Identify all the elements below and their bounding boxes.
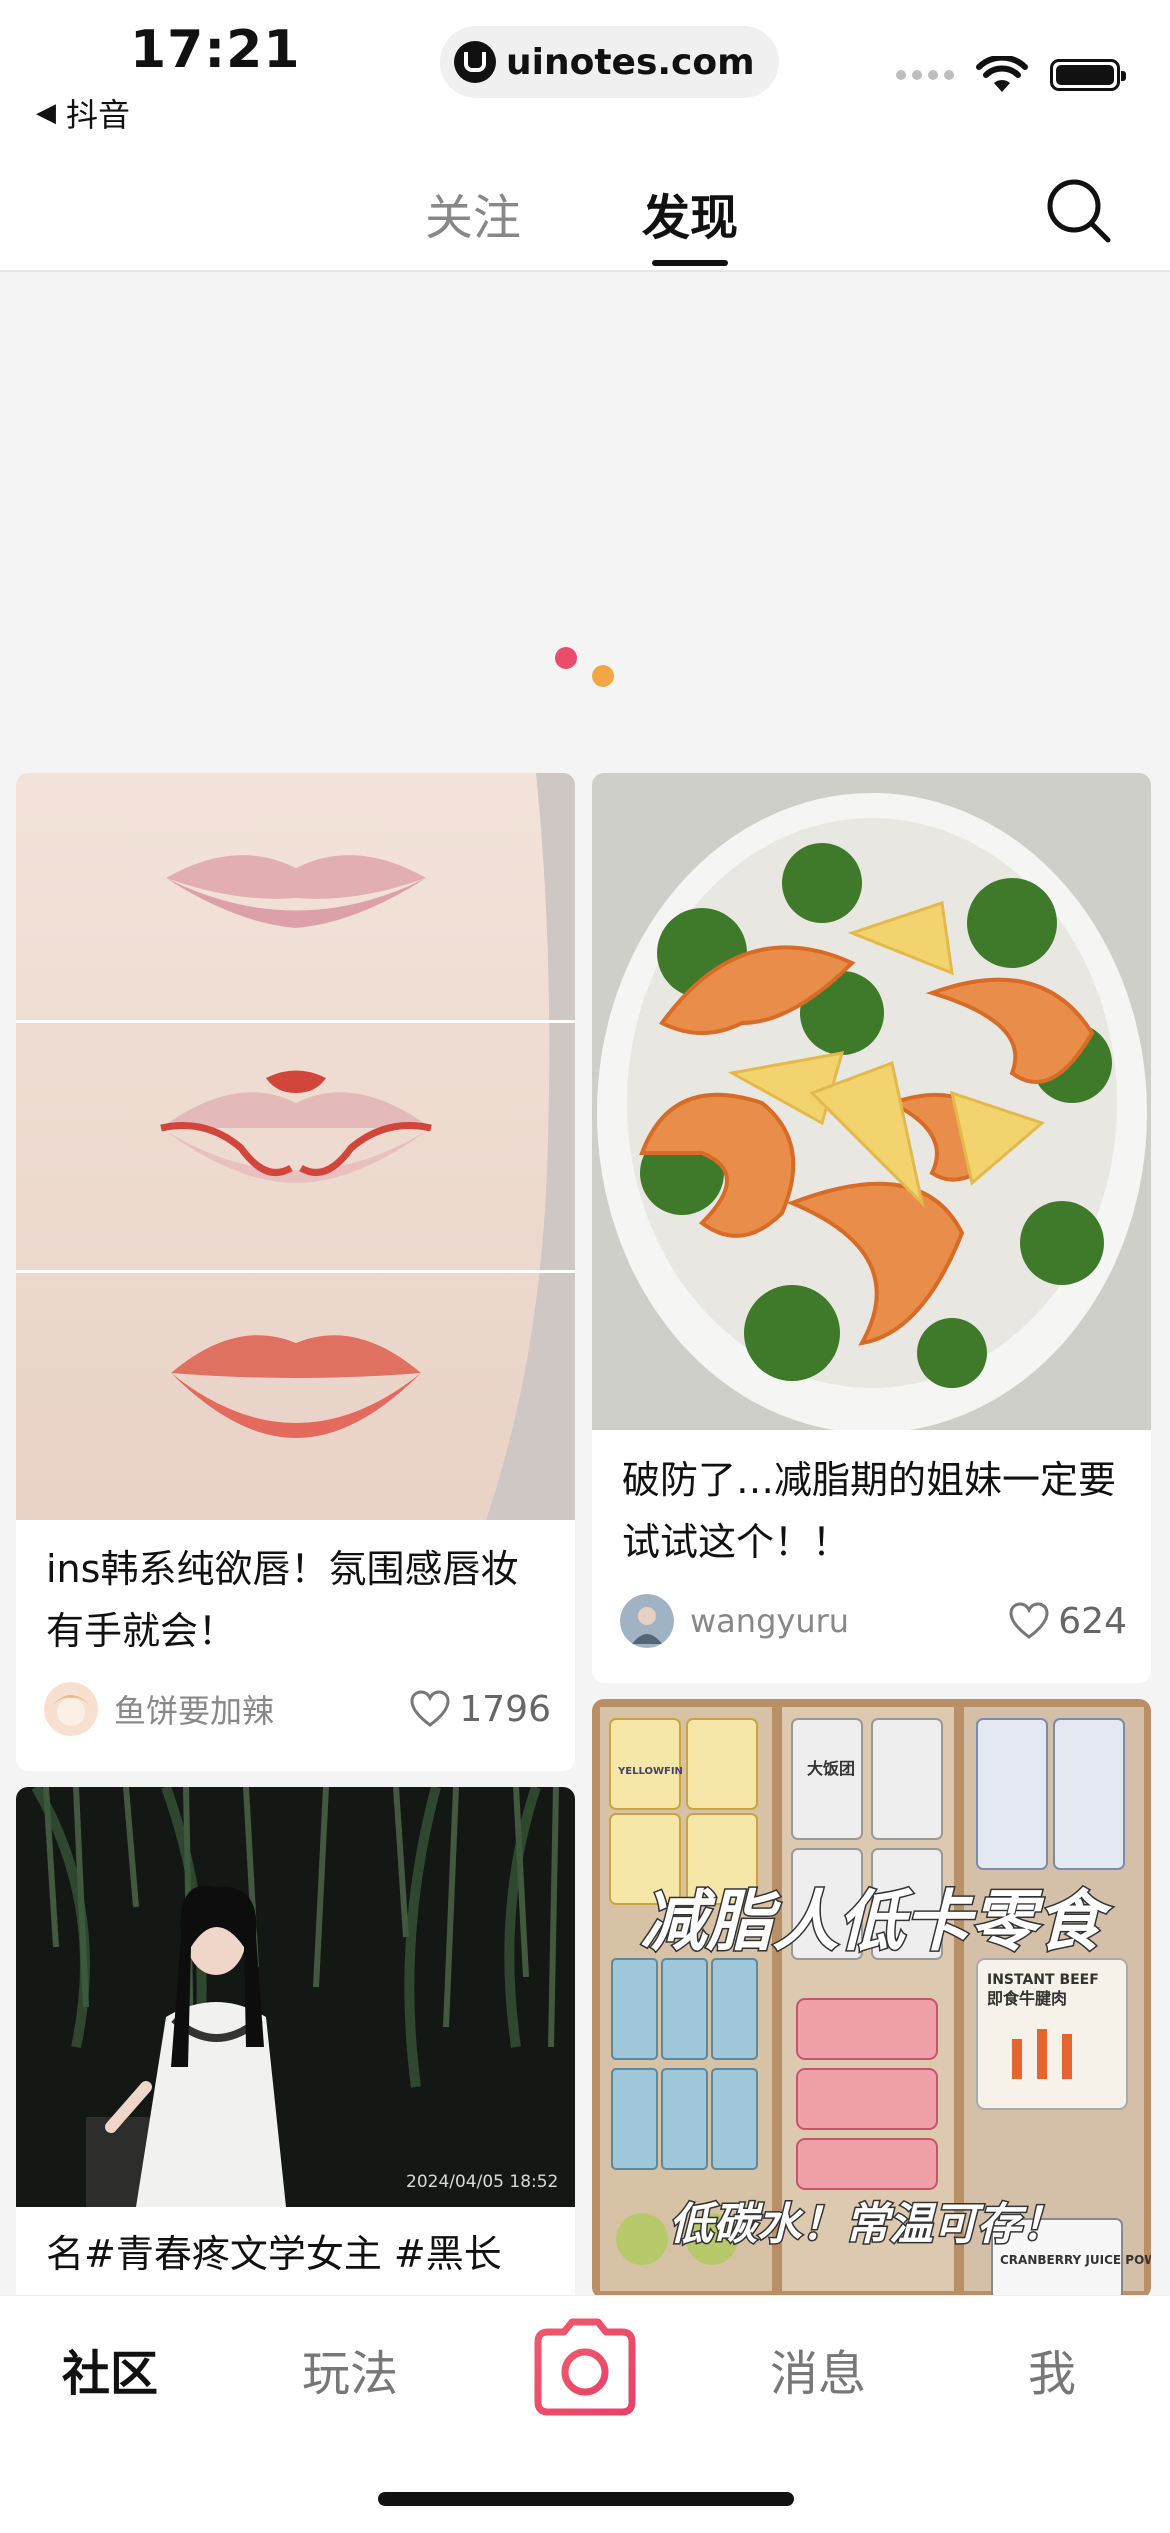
heart-icon — [410, 1690, 450, 1727]
feed-card-food[interactable]: 破防了…减脂期的姐妹一定要试试这个！！ wangyuru 624 — [592, 773, 1151, 1683]
card-title: 破防了…减脂期的姐妹一定要试试这个！！ — [622, 1458, 1117, 1564]
like-button[interactable]: 624 — [1008, 1601, 1127, 1642]
overlay-subtitle: 低碳水！常温可存！ — [669, 2199, 1065, 2250]
card-title: ins韩系纯欲唇！氛围感唇妆有手就会！ — [46, 1547, 519, 1653]
loading-dot — [592, 665, 614, 687]
like-button[interactable]: 1796 — [409, 1689, 551, 1730]
url-pill[interactable]: uinotes.com — [440, 26, 779, 98]
tab-play[interactable]: 玩法 — [302, 2334, 398, 2404]
tab-community[interactable]: 社区 — [62, 2334, 158, 2404]
home-indicator[interactable] — [378, 2492, 794, 2506]
tab-me[interactable]: 我 — [1028, 2334, 1076, 2404]
card-image-girl: 2024/04/05 18:52 — [16, 1787, 575, 2207]
loading-area — [0, 272, 1170, 762]
tab-discover[interactable]: 发现 — [642, 178, 738, 266]
heart-icon — [1009, 1602, 1049, 1639]
feed-card-snacks[interactable]: INSTANT BEEF 即食牛腱肉 CRANBERRY JUICE POWDE… — [592, 1699, 1151, 2299]
pkg-label: INSTANT BEEF — [987, 1972, 1099, 1988]
url-text: uinotes.com — [506, 41, 755, 83]
site-logo-icon — [454, 41, 496, 83]
author-avatar[interactable] — [44, 1682, 98, 1736]
card-meta: wangyuru 624 — [620, 1593, 1127, 1649]
card-title: 名#青春疼文学女主 #黑长 — [46, 2232, 502, 2276]
author-name: wangyuru — [690, 1602, 850, 1640]
search-icon[interactable] — [1044, 176, 1114, 246]
feed-card-girl[interactable]: 2024/04/05 18:52 名#青春疼文学女主 #黑长 — [16, 1787, 575, 2307]
overlay-title: 减脂人低卡零食 — [641, 1883, 1113, 1960]
tab-follow[interactable]: 关注 — [425, 178, 521, 248]
status-time: 17:21 — [130, 20, 301, 80]
feed-card-lips[interactable]: ins韩系纯欲唇！氛围感唇妆有手就会！ 鱼饼要加辣 1796 — [16, 773, 575, 1771]
card-image-food — [592, 773, 1151, 1430]
pkg-label: 即食牛腱肉 — [987, 1989, 1067, 2008]
status-indicators — [896, 56, 1126, 94]
pkg-label: 大饭团 — [807, 1759, 855, 1778]
card-meta: 鱼饼要加辣 1796 — [44, 1681, 551, 1737]
author-avatar[interactable] — [620, 1594, 674, 1648]
back-app-label: 抖音 — [66, 96, 131, 134]
back-to-app[interactable]: ◀ 抖音 — [36, 90, 130, 136]
status-bar: 17:21 ◀ 抖音 uinotes.com — [0, 0, 1170, 150]
wifi-icon — [976, 56, 1028, 92]
camera-icon[interactable] — [534, 2318, 636, 2416]
like-count: 624 — [1058, 1600, 1127, 1642]
card-image-snacks: INSTANT BEEF 即食牛腱肉 CRANBERRY JUICE POWDE… — [592, 1699, 1151, 2299]
tab-messages[interactable]: 消息 — [770, 2334, 866, 2404]
pkg-label: CRANBERRY JUICE POWDER — [1000, 2253, 1151, 2267]
photo-timestamp: 2024/04/05 18:52 — [406, 2172, 558, 2192]
loading-dot — [555, 647, 577, 669]
battery-icon — [1050, 59, 1126, 91]
back-triangle-icon: ◀ — [36, 98, 56, 128]
pkg-label: YELLOWFIN — [617, 1766, 683, 1777]
like-count: 1796 — [459, 1688, 551, 1730]
author-name: 鱼饼要加辣 — [114, 1692, 275, 1730]
top-navigation: 关注 发现 — [0, 150, 1170, 272]
card-image-lips — [16, 773, 575, 1520]
cellular-signal-icon — [896, 70, 954, 80]
